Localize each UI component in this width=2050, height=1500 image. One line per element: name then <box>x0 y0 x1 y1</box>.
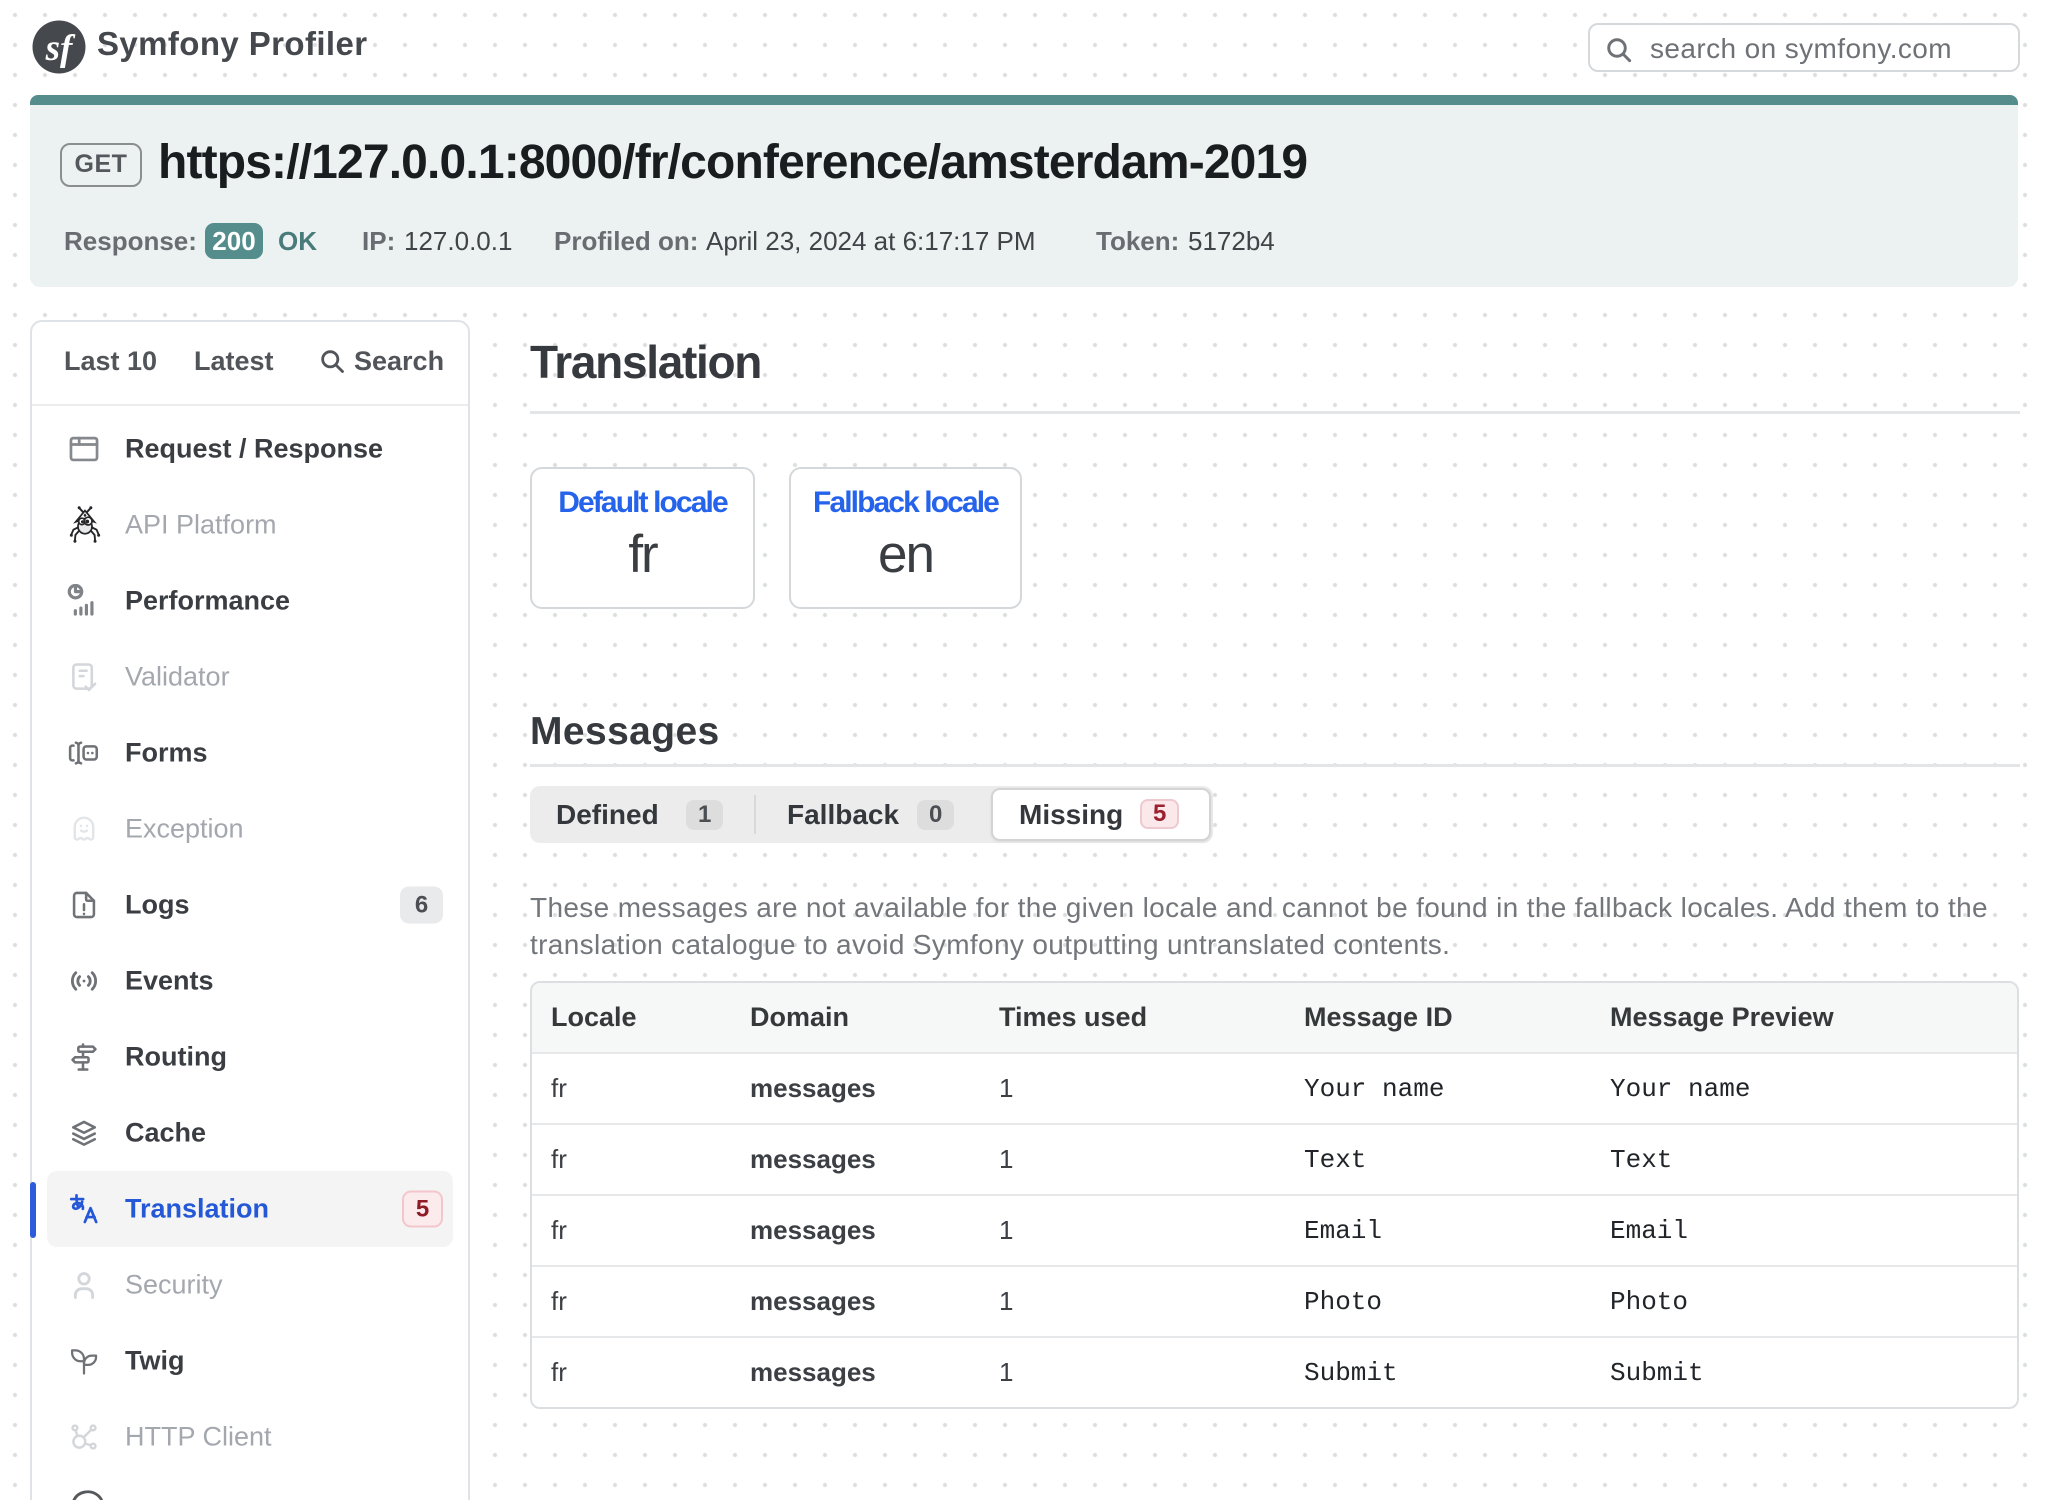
svg-text:sf: sf <box>45 28 76 69</box>
